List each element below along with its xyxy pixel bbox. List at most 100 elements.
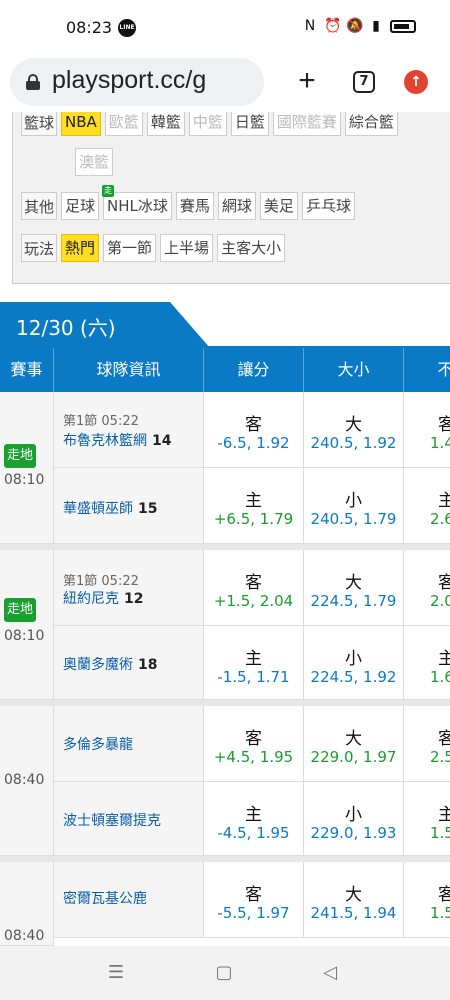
total-under[interactable]: 小 229.0, 1.93 (304, 782, 404, 856)
odds-side: 主 (245, 491, 262, 511)
total-over[interactable]: 大 241.5, 1.94 (304, 862, 404, 938)
event-cell: 走地 08:10 (0, 392, 54, 544)
system-nav-bar: ☰ ▢ ◁ (0, 946, 450, 1000)
odds-value: +1.5, 2.04 (213, 592, 294, 610)
browser-toolbar: playsport.cc/g + 7 ↑ (0, 56, 450, 112)
filter-chip-pingpong[interactable]: 乒乓球 (301, 192, 355, 220)
team-cell-home[interactable]: 華盛頓巫師 15 (54, 468, 204, 544)
moneyline-away[interactable]: 客 2.0 (404, 550, 450, 626)
tab-switcher-button[interactable]: 7 (353, 71, 375, 93)
team-cell-home[interactable]: 波士頓塞爾提克 (54, 782, 204, 856)
header-handicap: 讓分 (204, 348, 304, 392)
moneyline-home[interactable]: 主 1.5 (404, 782, 450, 856)
filter-chip-h1[interactable]: 上半場 (160, 234, 214, 262)
signal-icon: ▮ (372, 18, 380, 34)
back-icon[interactable]: ◁ (318, 962, 342, 983)
handicap-home[interactable]: 主 +6.5, 1.79 (204, 468, 304, 544)
team-name: 波士頓塞爾提克 (63, 813, 161, 829)
team-score: 18 (138, 657, 158, 673)
odds-value: 1.4 (430, 434, 450, 452)
handicap-away[interactable]: 客 +1.5, 2.04 (204, 550, 304, 626)
filter-chip-hot[interactable]: 熱門 (61, 234, 100, 262)
handicap-away[interactable]: 客 -5.5, 1.97 (204, 862, 304, 938)
filter-chip-aus[interactable]: 澳籃 (75, 148, 114, 176)
moneyline-away[interactable]: 客 1.5 (404, 862, 450, 938)
date-tab[interactable]: 12/30 (六) (0, 302, 210, 348)
new-tab-button[interactable]: + (292, 64, 322, 98)
odds-side: 客 (245, 729, 262, 749)
update-icon[interactable]: ↑ (404, 70, 428, 94)
handicap-home[interactable]: 主 -1.5, 1.71 (204, 626, 304, 700)
odds-value: 241.5, 1.94 (310, 904, 397, 922)
moneyline-home[interactable]: 主 1.6 (404, 626, 450, 700)
odds-value: 240.5, 1.79 (310, 510, 397, 528)
filter-chip-china[interactable]: 中籃 (188, 112, 227, 136)
odds-side: 主 (438, 805, 450, 825)
filter-chip-soccer[interactable]: 足球 (61, 192, 100, 220)
alarm-icon: ⏰ (324, 18, 342, 34)
team-cell-away[interactable]: 第1節 05:22 布魯克林籃網 14 (54, 392, 204, 468)
total-under[interactable]: 小 240.5, 1.79 (304, 468, 404, 544)
filter-chip-japan[interactable]: 日籃 (230, 112, 269, 136)
moneyline-away[interactable]: 客 1.4 (404, 392, 450, 468)
team-name: 多倫多暴龍 (63, 737, 133, 753)
filter-chip-home-away-total[interactable]: 主客大小 (217, 234, 286, 262)
odds-side: 客 (245, 415, 262, 435)
filter-chip-nfl[interactable]: 美足 (259, 192, 298, 220)
match-row: 走地 08:10 第1節 05:22 紐約尼克 12 奧蘭多魔術 18 客 +1.5… (0, 550, 450, 700)
team-cell-away[interactable]: 第1節 05:22 紐約尼克 12 (54, 550, 204, 626)
handicap-away[interactable]: 客 -6.5, 1.92 (204, 392, 304, 468)
handicap-away[interactable]: 客 +4.5, 1.95 (204, 706, 304, 782)
team-cell-away[interactable]: 密爾瓦基公鹿 (54, 862, 204, 938)
filter-chip-tennis[interactable]: 網球 (217, 192, 256, 220)
header-team: 球隊資訊 (54, 348, 204, 392)
menu-icon[interactable]: ☰ (104, 962, 128, 983)
period-time: 第1節 05:22 (63, 414, 139, 429)
filter-label: 其他 (21, 192, 58, 220)
filter-chip-nhl[interactable]: 走 NHL冰球 (102, 185, 172, 220)
odds-side: 主 (245, 649, 262, 669)
odds-value: -4.5, 1.95 (217, 824, 290, 842)
odds-side: 主 (438, 491, 450, 511)
odds-side: 大 (345, 573, 362, 593)
odds-value: 1.6 (430, 668, 450, 686)
moneyline-away[interactable]: 客 2.5 (404, 706, 450, 782)
home-icon[interactable]: ▢ (212, 962, 236, 983)
odds-side: 小 (345, 649, 362, 669)
odds-value: -5.5, 1.97 (217, 904, 290, 922)
filter-chip-horse[interactable]: 賽馬 (175, 192, 214, 220)
odds-value: 240.5, 1.92 (310, 434, 397, 452)
filter-chip-q1[interactable]: 第一節 (103, 234, 157, 262)
team-cell-away[interactable]: 多倫多暴龍 (54, 706, 204, 782)
team-score: 15 (138, 501, 158, 517)
filter-chip-mixed[interactable]: 綜合籃 (344, 112, 398, 136)
filter-chip-korea[interactable]: 韓籃 (146, 112, 185, 136)
total-over[interactable]: 大 240.5, 1.92 (304, 392, 404, 468)
odds-side: 大 (345, 885, 362, 905)
odds-value: -1.5, 1.71 (217, 668, 290, 686)
filter-chip-nba[interactable]: NBA (61, 112, 101, 136)
total-over[interactable]: 大 224.5, 1.79 (304, 550, 404, 626)
odds-side: 客 (245, 573, 262, 593)
table-header: 賽事 球隊資訊 讓分 大小 不讓 (0, 348, 450, 392)
total-over[interactable]: 大 229.0, 1.97 (304, 706, 404, 782)
filter-chip-intl[interactable]: 國際籃賽 (272, 112, 341, 136)
handicap-home[interactable]: 主 -4.5, 1.95 (204, 782, 304, 856)
filter-label: 籃球 (21, 112, 58, 136)
team-name: 布魯克林籃網 (63, 433, 147, 449)
filter-chip-euro[interactable]: 歐籃 (104, 112, 143, 136)
filter-panel: 籃球 NBA 歐籃 韓籃 中籃 日籃 國際籃賽 綜合籃 澳籃 其他 足球 走 NH… (12, 112, 450, 284)
lock-icon (26, 74, 40, 90)
address-bar[interactable]: playsport.cc/g (10, 58, 264, 106)
date-label: 12/30 (六) (16, 316, 116, 340)
odds-value: 2.6 (430, 510, 450, 528)
match-row: 08:40 密爾瓦基公鹿 客 -5.5, 1.97 大 241.5, 1.94 … (0, 862, 450, 946)
moneyline-home[interactable]: 主 2.6 (404, 468, 450, 544)
live-badge-icon: 走 (102, 185, 115, 197)
odds-side: 小 (345, 805, 362, 825)
odds-side: 客 (438, 729, 450, 749)
match-row: 08:40 多倫多暴龍 波士頓塞爾提克 客 +4.5, 1.95 主 -4.5,… (0, 706, 450, 856)
team-cell-home[interactable]: 奧蘭多魔術 18 (54, 626, 204, 700)
filter-row-basketball: 籃球 NBA 歐籃 韓籃 中籃 日籃 國際籃賽 綜合籃 (21, 112, 398, 136)
total-under[interactable]: 小 224.5, 1.92 (304, 626, 404, 700)
